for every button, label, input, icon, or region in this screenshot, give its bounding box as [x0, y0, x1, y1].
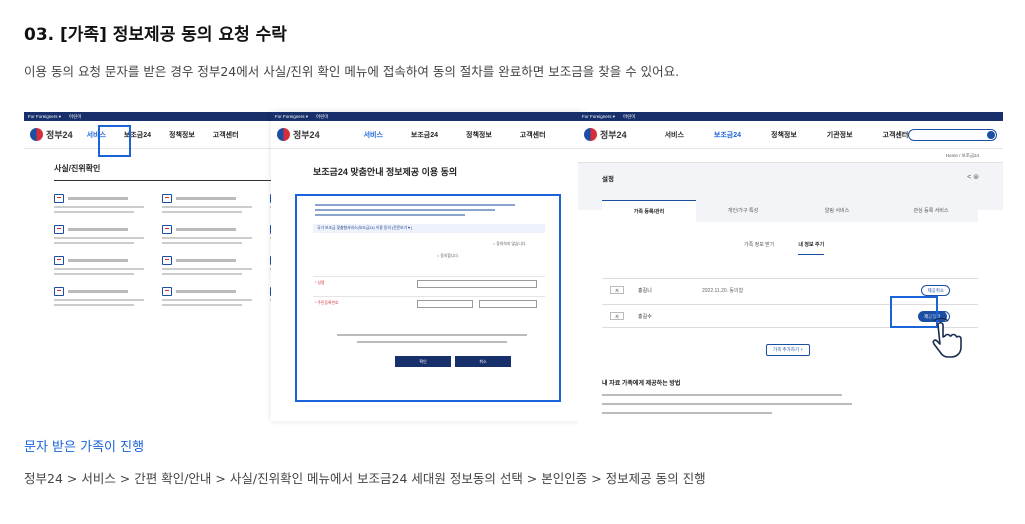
member-name: 홍길수 [638, 314, 652, 320]
service-card-grid [54, 194, 274, 306]
logo-text: 정부24 [293, 130, 320, 140]
section-title: 03. [가족] 정보제공 동의 요청 수락 [24, 25, 287, 45]
tab-alerts[interactable]: 알림 서비스 [790, 200, 884, 222]
service-card[interactable] [162, 194, 264, 213]
settings-tabs: 가족 등록/관리 개인/가구 특성 알림 서비스 관심 등록 서비스 [602, 200, 978, 222]
notice-line [337, 334, 527, 336]
disagree-option[interactable]: ○ 동의하지 않습니다. [493, 242, 526, 247]
document-icon [162, 287, 172, 296]
consent-date: 2022.11.20. 동의함 [702, 288, 744, 294]
consent-notice [315, 204, 559, 216]
nav-support[interactable]: 고객센터 [213, 130, 239, 140]
nav-agency[interactable]: 기관정보 [827, 130, 853, 140]
add-family-button[interactable]: 가족 추가하기 + [766, 344, 810, 356]
member-name: 홍길니 [638, 288, 652, 294]
taegeuk-icon [30, 128, 43, 141]
logo-text: 정부24 [46, 130, 73, 140]
kids-link[interactable]: 어린이 [69, 114, 81, 119]
gov24-logo[interactable]: 정부24 [30, 128, 73, 141]
foreigners-link[interactable]: For Foreigners ▾ [275, 114, 308, 119]
rrn-label: * 주민등록번호 [315, 301, 339, 305]
consent-page-title: 보조금24 맞춤안내 정보제공 이용 동의 [313, 167, 458, 177]
screenshot-consent-form: For Foreigners ▾ 어린이 정부24 서비스 보조금24 정책정보… [271, 112, 584, 421]
caption-family: 문자 받은 가족이 진행 [24, 440, 145, 455]
share-print-icons[interactable]: < ⊜ [967, 173, 979, 181]
relation-tag: 자 [610, 286, 624, 294]
top-utility-bar: For Foreigners ▾ 어린이 [578, 112, 1003, 121]
screenshot-family-settings: For Foreigners ▾ 어린이 정부24 서비스 보조금24 정책정보… [578, 112, 1003, 437]
screenshot-service-menu: For Foreigners ▾ 어린이 정부24 서비스 보조금24 정책정보… [24, 112, 274, 408]
tab-interest[interactable]: 관심 등록 서비스 [884, 200, 978, 222]
rrn-row: * 주민등록번호 [313, 296, 545, 322]
nav-subsidy24[interactable]: 보조금24 [411, 130, 438, 140]
search-input[interactable] [908, 128, 997, 141]
service-card[interactable] [162, 256, 264, 275]
notice-line [357, 341, 507, 343]
document-icon [54, 256, 64, 265]
service-menu-highlight [98, 125, 131, 157]
foreigners-link[interactable]: For Foreigners ▾ [582, 114, 615, 119]
kids-link[interactable]: 어린이 [623, 114, 635, 119]
nav-support[interactable]: 고객센터 [520, 130, 546, 140]
section-description: 이용 동의 요청 문자를 받은 경우 정부24에서 사실/진위 확인 메뉴에 접… [24, 64, 680, 79]
cancel-button[interactable]: 취소 [455, 356, 511, 367]
confirm-button[interactable]: 확인 [395, 356, 451, 367]
global-nav: 정부24 서비스 보조금24 정책정보 고객센터 [24, 121, 274, 149]
subtab-receive[interactable]: 가족 정보 받기 [744, 241, 774, 255]
nav-policy[interactable]: 정책정보 [466, 130, 492, 140]
rrn-back-input[interactable] [479, 300, 537, 308]
consent-scope-bar[interactable]: 국가 보조금 맞춤형서비스(보조금24) 이용 동의 (전문보기▼) [313, 224, 545, 233]
nav-policy[interactable]: 정책정보 [771, 130, 797, 140]
kids-link[interactable]: 어린이 [316, 114, 328, 119]
service-card[interactable] [162, 287, 264, 306]
service-card[interactable] [54, 194, 156, 213]
family-subtabs: 가족 정보 받기 내 정보 주기 [744, 241, 825, 255]
relation-tag: 자 [610, 312, 624, 320]
subtab-give[interactable]: 내 정보 주기 [798, 241, 825, 255]
guide-steps [602, 391, 852, 414]
taegeuk-icon [584, 128, 597, 141]
gov24-logo[interactable]: 정부24 [277, 128, 320, 141]
service-card[interactable] [54, 287, 156, 306]
top-utility-bar: For Foreigners ▾ 어린이 [271, 112, 584, 121]
revoke-button[interactable]: 제공취소 [921, 285, 950, 296]
gnb-menu: 서비스 보조금24 정책정보 기관정보 고객센터 [665, 130, 909, 140]
document-icon [54, 194, 64, 203]
taegeuk-icon [277, 128, 290, 141]
service-card[interactable] [162, 225, 264, 244]
logo-text: 정부24 [600, 130, 627, 140]
global-nav: 정부24 서비스 보조금24 정책정보 기관정보 고객센터 [578, 121, 1003, 149]
global-nav: 정부24 서비스 보조금24 정책정보 고객센터 [271, 121, 584, 149]
tab-family[interactable]: 가족 등록/관리 [602, 200, 696, 222]
agree-option[interactable]: ○ 동의합니다. [437, 254, 459, 259]
tab-household[interactable]: 개인/가구 특성 [696, 200, 790, 222]
foreigners-link[interactable]: For Foreigners ▾ [28, 114, 61, 119]
pointer-hand-icon [932, 317, 962, 358]
gov24-logo[interactable]: 정부24 [584, 128, 627, 141]
guide-title: 내 자료 가족에게 제공하는 방법 [602, 381, 681, 387]
fact-check-title: 사실/진위확인 [54, 163, 274, 181]
steps-path: 정부24 > 서비스 > 간편 확인/안내 > 사실/진위확인 메뉴에서 보조금… [24, 471, 706, 486]
document-icon [54, 225, 64, 234]
nav-service[interactable]: 서비스 [364, 130, 383, 140]
document-icon [54, 287, 64, 296]
nav-subsidy24[interactable]: 보조금24 [714, 130, 741, 140]
nav-support[interactable]: 고객센터 [883, 130, 909, 140]
service-card[interactable] [54, 256, 156, 275]
name-row: * 성명 [313, 276, 545, 290]
nav-policy[interactable]: 정책정보 [169, 130, 195, 140]
rrn-front-input[interactable] [417, 300, 473, 308]
gnb-menu: 서비스 보조금24 정책정보 고객센터 [364, 130, 546, 140]
document-icon [162, 225, 172, 234]
settings-title: 설정 [602, 176, 614, 183]
top-utility-bar: For Foreigners ▾ 어린이 [24, 112, 274, 121]
name-label: * 성명 [315, 281, 325, 285]
consent-form-highlight: 국가 보조금 맞춤형서비스(보조금24) 이용 동의 (전문보기▼) ○ 동의하… [295, 194, 561, 402]
document-icon [162, 256, 172, 265]
document-icon [162, 194, 172, 203]
service-card[interactable] [54, 225, 156, 244]
nav-service[interactable]: 서비스 [665, 130, 684, 140]
name-input[interactable] [417, 280, 537, 288]
breadcrumb: Home / 보조금24 [945, 153, 979, 158]
